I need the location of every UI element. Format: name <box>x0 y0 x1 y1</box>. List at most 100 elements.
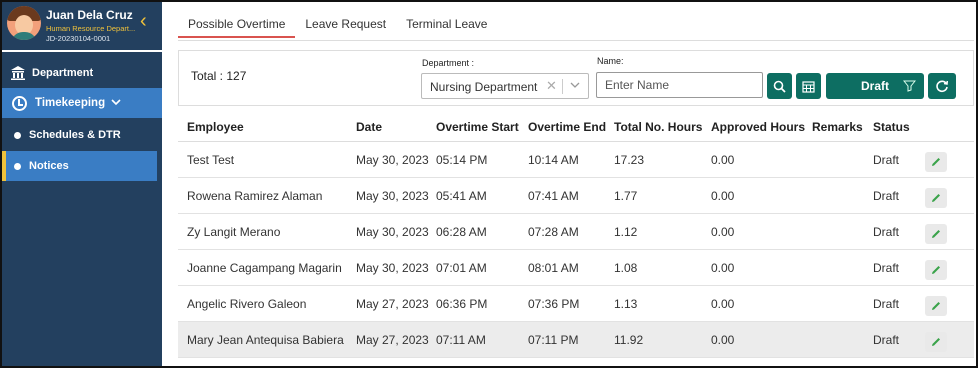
status-cell: Draft <box>873 224 900 239</box>
sidebar-item-label: Department <box>32 67 94 79</box>
edit-button[interactable] <box>925 187 947 208</box>
main-content: Possible Overtime Leave Request Terminal… <box>164 2 976 366</box>
tab-divider <box>178 40 974 41</box>
total-hours-cell: 1.77 <box>614 188 638 203</box>
tab-bar: Possible Overtime Leave Request Terminal… <box>178 10 497 40</box>
date-cell: May 30, 2023 <box>356 152 429 167</box>
sidebar-item-label: Schedules & DTR <box>29 129 121 141</box>
overtime-start-cell: 06:28 AM <box>436 224 487 239</box>
tab-possible-overtime[interactable]: Possible Overtime <box>178 10 296 38</box>
bullet-icon <box>14 131 21 139</box>
pencil-icon <box>932 301 940 310</box>
total-count: Total : 127 <box>191 69 247 83</box>
table-row[interactable]: Mary Jean Antequisa Babiera May 27, 2023… <box>178 322 974 358</box>
employee-cell: Zy Langit Merano <box>187 224 281 239</box>
sidebar-item-label: Notices <box>29 160 69 172</box>
overtime-start-cell: 07:11 AM <box>436 332 486 347</box>
clear-icon[interactable]: ✕ <box>546 78 557 94</box>
overtime-end-cell: 08:01 AM <box>528 260 579 275</box>
sidebar-item-notices[interactable]: Notices <box>2 151 157 181</box>
pencil-icon <box>932 229 940 238</box>
overtime-end-cell: 07:41 AM <box>528 188 579 203</box>
column-header[interactable]: Employee <box>178 120 356 134</box>
user-name: Juan Dela Cruz <box>46 8 133 22</box>
user-profile: Juan Dela Cruz Human Resource Depart... … <box>2 2 162 50</box>
status-filter-button[interactable]: Draft <box>826 73 924 99</box>
filter-bar: Total : 127 Department : Nursing Departm… <box>178 50 974 106</box>
chevron-down-icon <box>111 97 121 109</box>
overtime-end-cell: 10:14 AM <box>528 152 579 167</box>
name-search-input[interactable] <box>596 72 763 98</box>
user-department: Human Resource Depart... <box>46 24 136 33</box>
approved-hours-cell: 0.00 <box>711 152 735 167</box>
employee-cell: Angelic Rivero Galeon <box>187 296 307 311</box>
status-cell: Draft <box>873 332 900 347</box>
refresh-icon <box>936 80 949 93</box>
table-row[interactable]: Angelic Rivero Galeon May 27, 2023 06:36… <box>178 286 974 322</box>
edit-button[interactable] <box>925 331 947 352</box>
employee-cell: Mary Jean Antequisa Babiera <box>187 332 344 347</box>
table-row[interactable]: Zy Langit Merano May 30, 2023 06:28 AM 0… <box>178 214 974 250</box>
overtime-end-cell: 07:11 PM <box>528 332 579 347</box>
chevron-down-icon[interactable] <box>570 78 580 95</box>
sidebar-item-department[interactable]: Department <box>2 60 162 86</box>
date-cell: May 30, 2023 <box>356 260 429 275</box>
sidebar-item-label: Timekeeping <box>35 97 106 109</box>
tab-leave-request[interactable]: Leave Request <box>295 10 396 38</box>
employee-cell: Rowena Ramirez Alaman <box>187 188 323 203</box>
department-value: Nursing Department <box>430 80 538 94</box>
pencil-icon <box>932 193 940 202</box>
column-header[interactable]: Overtime End <box>528 120 614 134</box>
table-row[interactable]: Rowena Ramirez Alaman May 30, 2023 05:41… <box>178 178 974 214</box>
pencil-icon <box>932 265 940 274</box>
approved-hours-cell: 0.00 <box>711 224 735 239</box>
edit-button[interactable] <box>925 295 947 316</box>
total-hours-cell: 1.08 <box>614 260 638 275</box>
sidebar-item-schedules-dtr[interactable]: Schedules & DTR <box>2 121 162 149</box>
search-button[interactable] <box>767 73 792 99</box>
column-header[interactable]: Approved Hours <box>711 120 812 134</box>
edit-button[interactable] <box>925 259 947 280</box>
column-header[interactable]: Overtime Start <box>436 120 528 134</box>
total-hours-cell: 1.13 <box>614 296 638 311</box>
column-header[interactable]: Status <box>873 120 925 134</box>
column-header[interactable]: Date <box>356 120 436 134</box>
overtime-end-cell: 07:36 PM <box>528 296 580 311</box>
name-label: Name: <box>597 56 624 66</box>
approved-hours-cell: 0.00 <box>711 188 735 203</box>
sidebar: Juan Dela Cruz Human Resource Depart... … <box>2 2 162 366</box>
date-cell: May 30, 2023 <box>356 188 429 203</box>
date-cell: May 30, 2023 <box>356 224 429 239</box>
status-cell: Draft <box>873 296 900 311</box>
avatar <box>7 6 41 40</box>
tab-terminal-leave[interactable]: Terminal Leave <box>396 10 497 38</box>
table-header: Employee Date Overtime Start Overtime En… <box>178 112 974 142</box>
overtime-end-cell: 07:28 AM <box>528 224 579 239</box>
profile-divider <box>2 50 162 52</box>
table-row[interactable]: Joanne Cagampang Magarin May 30, 2023 07… <box>178 250 974 286</box>
employee-cell: Joanne Cagampang Magarin <box>187 260 342 275</box>
select-separator <box>562 79 563 94</box>
overtime-start-cell: 05:14 PM <box>436 152 488 167</box>
edit-button[interactable] <box>925 223 947 244</box>
column-header[interactable]: Remarks <box>812 120 873 134</box>
filter-icon <box>902 79 917 95</box>
table-row[interactable]: Test Test May 30, 2023 05:14 PM 10:14 AM… <box>178 142 974 178</box>
overtime-start-cell: 07:01 AM <box>436 260 487 275</box>
calendar-button[interactable] <box>796 73 821 99</box>
column-header[interactable]: Total No. Hours <box>614 120 711 134</box>
calendar-icon <box>802 80 815 93</box>
overtime-table: Employee Date Overtime Start Overtime En… <box>178 112 974 358</box>
status-cell: Draft <box>873 188 900 203</box>
pencil-icon <box>932 337 940 346</box>
refresh-button[interactable] <box>928 73 956 99</box>
employee-cell: Test Test <box>187 152 235 167</box>
department-select[interactable]: Nursing Department ✕ <box>421 73 589 99</box>
edit-button[interactable] <box>925 151 947 172</box>
clock-icon <box>12 95 27 111</box>
total-hours-cell: 11.92 <box>614 332 644 347</box>
status-cell: Draft <box>873 152 900 167</box>
chevron-left-icon[interactable]: ‹ <box>140 11 154 32</box>
sidebar-item-timekeeping[interactable]: Timekeeping <box>2 88 162 118</box>
status-filter-label: Draft <box>860 79 889 93</box>
